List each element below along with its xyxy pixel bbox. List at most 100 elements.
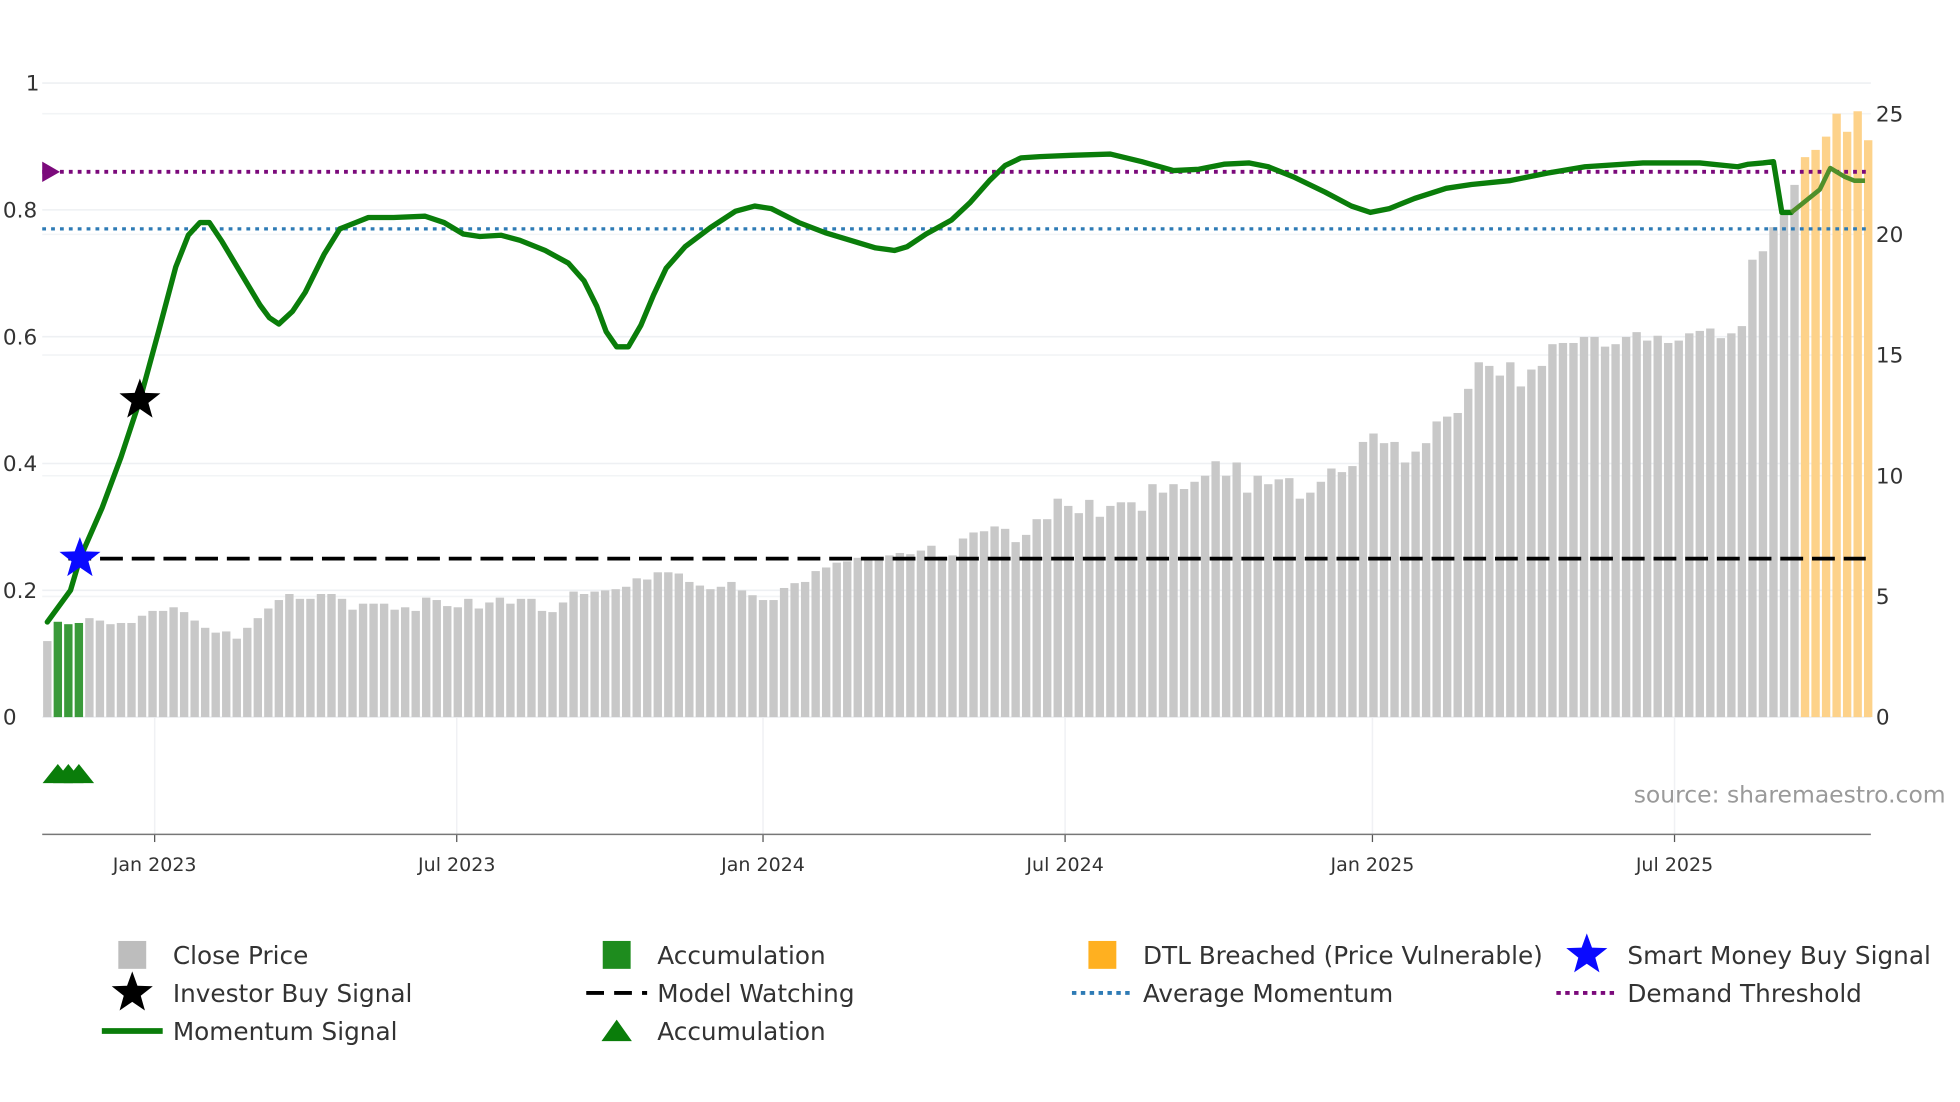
close-price-bar (127, 622, 136, 718)
investor-buy-star-icon (119, 378, 161, 418)
left-tick-label: 1 (26, 72, 40, 97)
close-price-bar (695, 585, 705, 718)
close-price-bar (1221, 475, 1231, 718)
close-price-bar (1085, 499, 1094, 718)
close-price-bar (611, 589, 620, 718)
close-price-bar (327, 594, 336, 718)
close-price-bar (1358, 441, 1368, 718)
right-tick-label: 20 (1876, 223, 1903, 248)
close-price-bar (337, 598, 347, 718)
legend-label: Momentum Signal (173, 1017, 398, 1046)
legend-item: Momentum Signal (101, 1017, 398, 1046)
right-tick-label: 5 (1876, 585, 1890, 610)
close-price-bar (1369, 433, 1378, 718)
close-price-bar (43, 641, 52, 718)
close-price-bar (790, 583, 799, 718)
close-price-bar (190, 620, 199, 718)
close-price-bar (737, 590, 747, 718)
close-price-bar (116, 622, 126, 718)
close-price-bar (1653, 335, 1662, 718)
close-price-bar (1695, 330, 1704, 718)
legend-item: Model Watching (586, 979, 855, 1008)
legend-item: Accumulation (602, 941, 826, 970)
legend-item: Investor Buy Signal (111, 971, 413, 1011)
close-price-bar (358, 603, 368, 718)
close-price-bar (253, 618, 262, 718)
close-price-bar (1179, 489, 1189, 718)
close-price-bar (1432, 421, 1441, 718)
close-price-bar (1748, 259, 1757, 718)
legend-label: Demand Threshold (1627, 979, 1862, 1008)
legend-item: DTL Breached (Price Vulnerable) (1088, 941, 1543, 970)
source-label: source: sharemaestro.com (1634, 781, 1946, 809)
x-tick-label: Jul 2025 (1635, 854, 1713, 876)
legend-label: Investor Buy Signal (173, 979, 413, 1008)
close-price-bar (1474, 362, 1483, 718)
right-tick-label: 25 (1876, 102, 1903, 127)
close-price-bar (1621, 336, 1631, 718)
close-price-bar (485, 602, 494, 718)
accumulation-bar (53, 621, 63, 718)
close-price-bar (1706, 328, 1715, 718)
right-tick-label: 15 (1876, 344, 1903, 369)
close-price-bar (148, 610, 157, 718)
legend-label: Smart Money Buy Signal (1627, 941, 1930, 970)
close-price-bar (1611, 344, 1620, 718)
legend-label: DTL Breached (Price Vulnerable) (1143, 941, 1543, 970)
dtl-breached-bar (1800, 157, 1810, 718)
close-price-bar (1485, 365, 1494, 718)
close-price-bar (779, 587, 789, 718)
close-price-bar (179, 612, 189, 718)
legend-item: Accumulation (601, 1017, 826, 1046)
x-tick-label: Jul 2024 (1025, 854, 1103, 876)
close-price-bar (937, 556, 947, 718)
close-price-bar (1758, 251, 1768, 718)
right-tick-label: 0 (1876, 706, 1890, 731)
close-price-bar (1453, 412, 1462, 718)
dtl-breached-bar (1864, 140, 1873, 718)
right-tick-label: 10 (1876, 464, 1903, 489)
close-price-bar (948, 555, 957, 718)
close-price-bar (1569, 342, 1578, 718)
close-price-bar (1390, 441, 1399, 718)
close-price-bar (1095, 516, 1105, 718)
dtl-breached-bar (1811, 149, 1820, 718)
close-price-bar (316, 594, 326, 718)
close-price-bar (285, 594, 294, 718)
close-price-bar (243, 627, 252, 718)
x-tick-label: Jan 2023 (112, 854, 197, 876)
close-price-bar (1348, 466, 1357, 718)
close-price-bar (643, 579, 652, 718)
left-tick-label: 0.6 (3, 325, 37, 350)
close-price-bar (821, 567, 831, 718)
close-price-bar (832, 562, 841, 718)
dtl-breached-bar (1853, 111, 1862, 718)
close-price-bar (85, 618, 94, 718)
close-price-bar (348, 609, 357, 718)
close-price-bar (516, 598, 526, 718)
signal-markers (42, 378, 161, 784)
close-price-bar (1579, 336, 1589, 718)
close-price-bar (927, 545, 936, 718)
close-price-bar (1379, 443, 1389, 718)
close-price-bar (379, 603, 389, 718)
close-price-bar (1411, 451, 1420, 718)
close-price-bar (495, 597, 505, 718)
legend-item: Demand Threshold (1556, 979, 1862, 1008)
close-price-bar (1106, 505, 1115, 718)
x-tick-label: Jan 2025 (1330, 854, 1415, 876)
left-tick-label: 0.8 (3, 198, 37, 223)
close-price-bars (43, 111, 1873, 718)
close-price-bar (843, 561, 852, 718)
close-price-bar (727, 581, 736, 718)
close-price-bar (906, 554, 915, 718)
dtl-breached-bar (1832, 113, 1841, 718)
close-price-bar (1790, 184, 1799, 718)
left-tick-label: 0.2 (3, 579, 37, 604)
close-price-bar (1727, 333, 1736, 718)
close-price-bar (885, 555, 894, 718)
close-price-bar (1442, 416, 1452, 718)
close-price-bar (990, 526, 999, 718)
close-price-bar (1232, 462, 1241, 718)
close-price-bar (1127, 502, 1136, 718)
